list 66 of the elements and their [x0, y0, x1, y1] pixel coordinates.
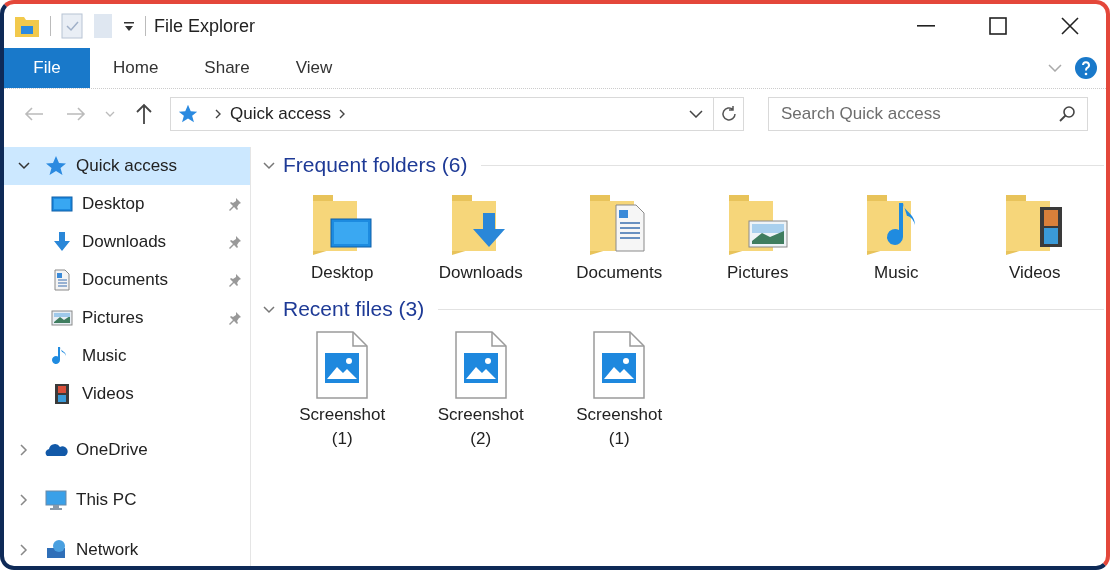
chevron-right-icon	[339, 109, 347, 119]
nav-item-label: Music	[82, 346, 127, 366]
section-header[interactable]: Recent files (3)	[283, 297, 425, 321]
nav-item[interactable]: OneDrive	[4, 425, 250, 475]
nav-item-label: Network	[76, 540, 139, 560]
nav-item-label: Downloads	[82, 232, 167, 252]
nav-item-label: This PC	[76, 490, 137, 510]
nav-item-label: Pictures	[82, 308, 144, 328]
chevron-right-icon	[20, 444, 28, 456]
expand-ribbon-icon[interactable]	[1048, 64, 1062, 72]
nav-item-label: Videos	[82, 384, 134, 404]
folder-tile[interactable]: Desktop	[273, 183, 412, 291]
customize-dropdown-icon[interactable]	[123, 20, 135, 32]
folder-tile[interactable]: Documents	[550, 183, 689, 291]
file-menu-button[interactable]: File	[4, 48, 90, 88]
nav-item[interactable]: This PC	[4, 475, 250, 525]
close-icon	[1061, 17, 1079, 35]
minimize-icon	[917, 25, 935, 27]
nav-item-label: OneDrive	[76, 440, 148, 460]
nav-item[interactable]: Videos	[4, 375, 250, 413]
nav-item-label: Desktop	[82, 194, 145, 214]
chevron-right-icon	[20, 544, 28, 556]
chevron-right-icon	[215, 109, 222, 119]
up-arrow-icon	[135, 103, 153, 125]
file-tile[interactable]: Screenshot (2)	[411, 327, 550, 457]
window-title: File Explorer	[154, 15, 256, 37]
nav-item[interactable]: Music	[4, 337, 250, 375]
folder-tile[interactable]: Pictures	[688, 183, 827, 291]
nav-item[interactable]: Network	[4, 525, 250, 566]
address-field[interactable]: Quick access	[170, 97, 744, 131]
folder-icon	[14, 14, 40, 38]
star-icon	[177, 103, 199, 125]
folder-tile[interactable]: Music	[827, 183, 966, 291]
section-header[interactable]: Frequent folders (6)	[283, 153, 468, 177]
nav-item[interactable]: Pictures	[4, 299, 250, 337]
refresh-icon	[719, 105, 738, 123]
nav-item-label: Documents	[82, 270, 168, 290]
forward-arrow-icon	[66, 106, 86, 122]
search-icon	[1058, 105, 1076, 123]
folder-tile[interactable]: Downloads	[411, 183, 550, 291]
back-arrow-icon	[24, 106, 44, 122]
file-tile[interactable]: Screenshot (1)	[550, 327, 689, 457]
chevron-down-icon	[105, 111, 115, 117]
chevron-down-icon[interactable]	[689, 110, 703, 118]
image-file-icon	[453, 331, 508, 399]
chevron-down-icon	[18, 162, 30, 170]
nav-item[interactable]: Documents	[4, 261, 250, 299]
image-file-icon	[315, 331, 370, 399]
help-icon[interactable]	[1074, 56, 1098, 80]
nav-item[interactable]: Desktop	[4, 185, 250, 223]
breadcrumb-location: Quick access	[230, 104, 332, 124]
nav-item[interactable]: Downloads	[4, 223, 250, 261]
nav-item[interactable]: Quick access	[4, 147, 250, 185]
maximize-icon	[989, 17, 1007, 35]
ribbon-tab[interactable]: View	[272, 48, 356, 88]
chevron-down-icon	[263, 306, 275, 314]
search-field[interactable]: Search Quick access	[768, 97, 1088, 131]
chevron-down-icon	[263, 162, 275, 170]
nav-item-label: Quick access	[76, 156, 178, 176]
image-file-icon	[592, 331, 647, 399]
chevron-right-icon	[20, 494, 28, 506]
file-tile[interactable]: Screenshot (1)	[273, 327, 412, 457]
folder-tile[interactable]: Videos	[965, 183, 1104, 291]
monitor-icon	[44, 488, 68, 512]
ribbon-tab[interactable]: Share	[181, 48, 273, 88]
ribbon-tab[interactable]: Home	[90, 48, 182, 88]
